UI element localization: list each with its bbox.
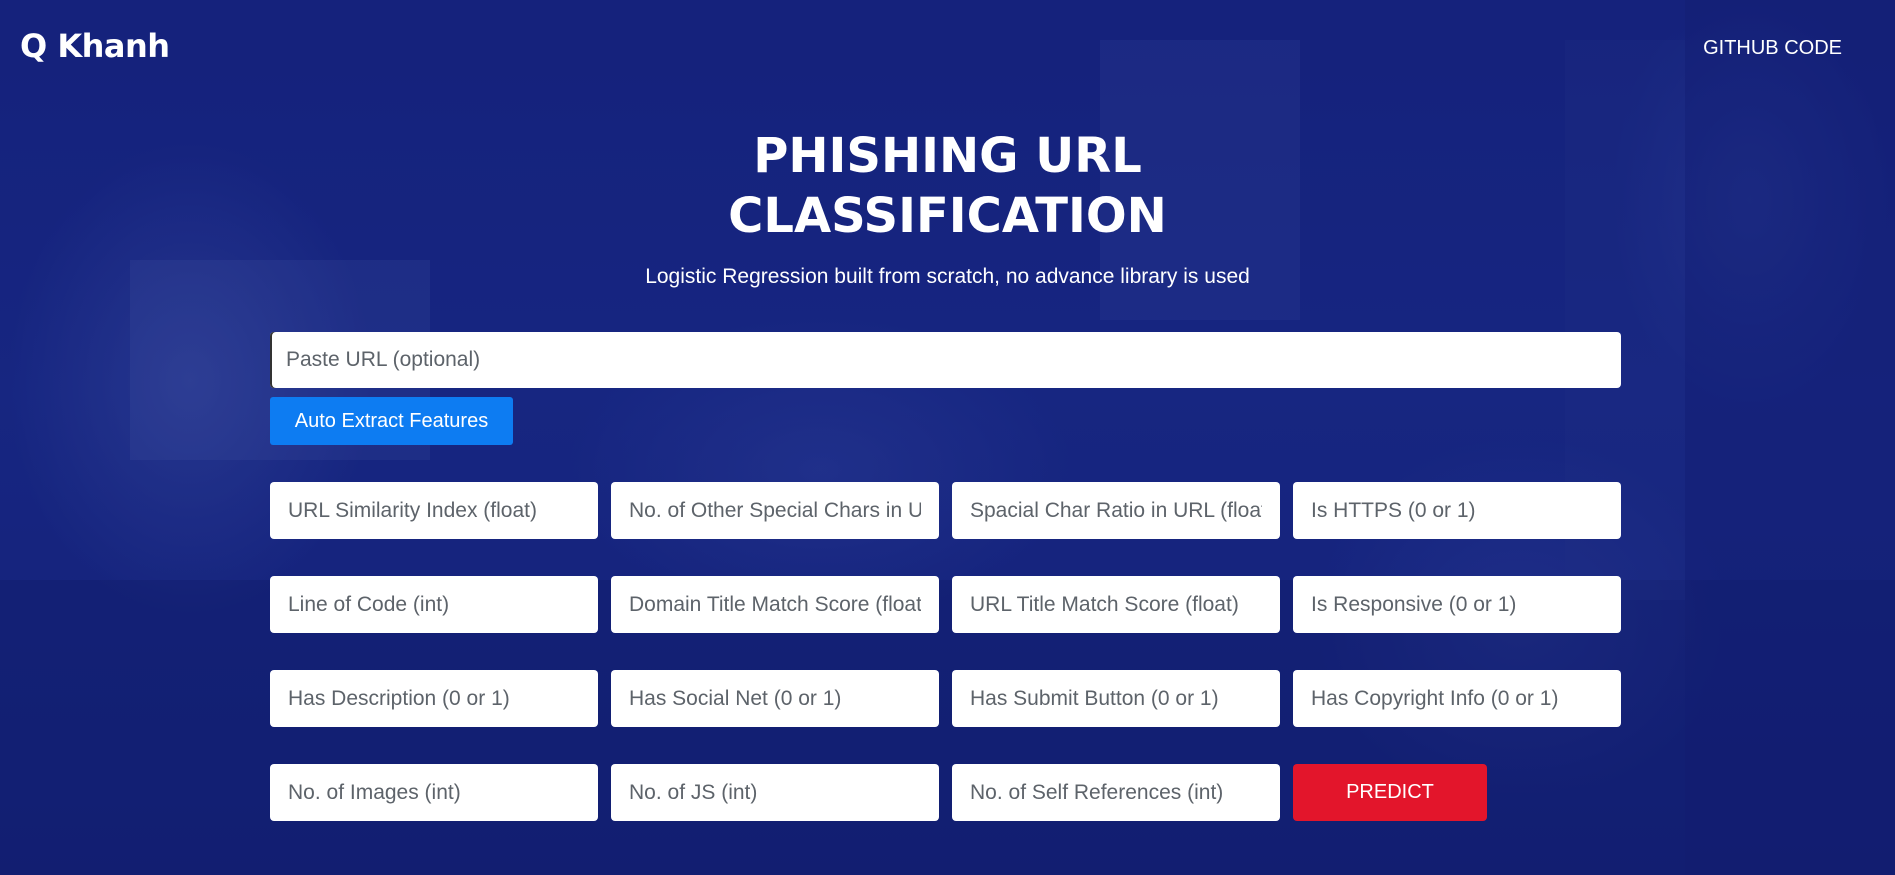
- predict-button[interactable]: PREDICT: [1293, 764, 1487, 821]
- github-code-link[interactable]: GITHUB CODE: [1703, 37, 1842, 60]
- site-logo[interactable]: Q Khanh: [20, 27, 170, 65]
- is-https-input[interactable]: [1293, 482, 1621, 539]
- has-social-net-input[interactable]: [611, 670, 939, 727]
- url-input[interactable]: [270, 332, 1621, 388]
- no-of-js-input[interactable]: [611, 764, 939, 821]
- line-of-code-input[interactable]: [270, 576, 598, 633]
- no-of-self-references-input[interactable]: [952, 764, 1280, 821]
- other-special-chars-input[interactable]: [611, 482, 939, 539]
- page-title-line-2: CLASSIFICATION: [728, 188, 1167, 244]
- has-copyright-info-input[interactable]: [1293, 670, 1621, 727]
- auto-extract-features-button[interactable]: Auto Extract Features: [270, 397, 513, 445]
- has-submit-button-input[interactable]: [952, 670, 1280, 727]
- is-responsive-input[interactable]: [1293, 576, 1621, 633]
- page-subtitle: Logistic Regression built from scratch, …: [645, 265, 1250, 288]
- url-title-match-score-input[interactable]: [952, 576, 1280, 633]
- page-title: PHISHING URL CLASSIFICATION: [0, 126, 1895, 246]
- domain-title-match-score-input[interactable]: [611, 576, 939, 633]
- url-similarity-index-input[interactable]: [270, 482, 598, 539]
- no-of-images-input[interactable]: [270, 764, 598, 821]
- page-title-line-1: PHISHING URL: [753, 128, 1142, 184]
- special-char-ratio-input[interactable]: [952, 482, 1280, 539]
- feature-input-grid: PREDICT: [270, 482, 1621, 821]
- has-description-input[interactable]: [270, 670, 598, 727]
